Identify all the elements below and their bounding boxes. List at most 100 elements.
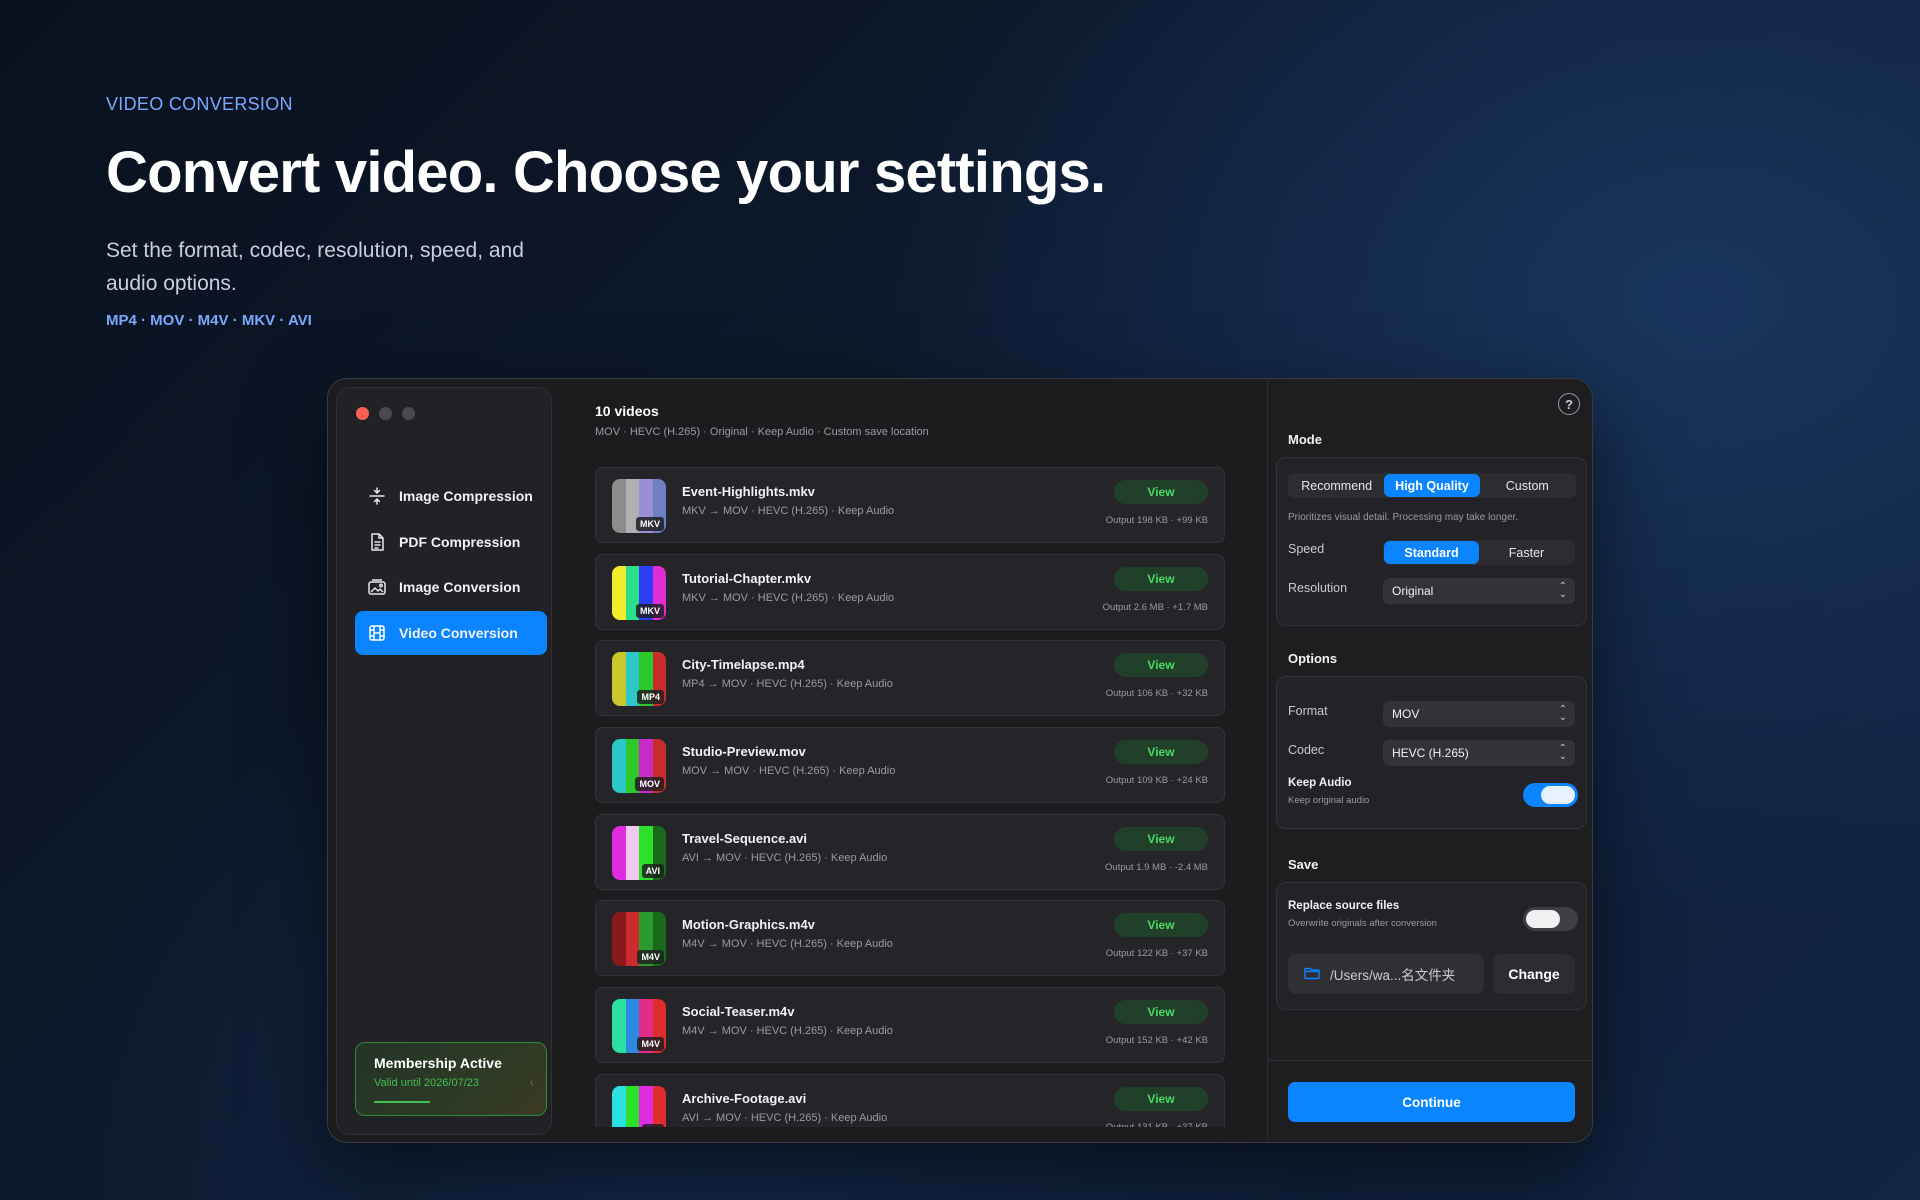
settings-summary: MOV · HEVC (H.265) · Original · Keep Aud… <box>595 426 929 438</box>
chevron-left-icon: ‹ <box>529 1073 534 1089</box>
format-badge: MP4 <box>637 690 664 705</box>
format-badge: MKV <box>636 603 664 618</box>
file-list: MKV Event-Highlights.mkv MKV → MOV · HEVC … <box>595 467 1225 1127</box>
save-location-field[interactable]: /Users/wa...名文件夹 <box>1288 954 1484 994</box>
folder-icon <box>1304 966 1320 983</box>
file-name: Event-Highlights.mkv <box>682 484 815 499</box>
file-name: Studio-Preview.mov <box>682 744 806 760</box>
file-name: Social-Teaser.m4v <box>682 1004 795 1020</box>
view-button[interactable]: View <box>1114 1086 1208 1111</box>
view-button[interactable]: View <box>1114 566 1208 591</box>
replace-source-toggle[interactable] <box>1523 907 1578 931</box>
view-button[interactable]: View <box>1114 913 1208 938</box>
file-conversion-meta: M4V → MOV · HEVC (H.265) · Keep Audio <box>682 938 893 951</box>
window-controls <box>356 407 415 420</box>
file-row[interactable]: M4V Motion-Graphics.m4v M4V → MOV · HEVC (… <box>595 900 1225 977</box>
file-row[interactable]: AVI Travel-Sequence.avi AVI → MOV · HEVC (… <box>595 813 1225 890</box>
hero-section: VIDEO CONVERSION Convert video. Choose y… <box>106 94 1106 329</box>
sidebar-item-image-conversion[interactable]: Image Conversion <box>355 565 547 609</box>
file-output-size: Output 131 KB · +37 KB <box>1106 1122 1208 1127</box>
resolution-label: Resolution <box>1288 581 1348 595</box>
membership-card[interactable]: Membership Active Valid until 2026/07/23… <box>355 1042 547 1116</box>
view-button[interactable]: View <box>1114 740 1208 765</box>
save-card: Replace source files Overwrite originals… <box>1276 882 1587 1010</box>
settings-panel: ? Mode Recommend High Quality Custom Pri… <box>1267 379 1592 1142</box>
format-select[interactable]: MOV ⌃ ⌄ <box>1383 701 1575 727</box>
footer-divider <box>1268 1060 1592 1061</box>
mode-description: Prioritizes visual detail. Processing ma… <box>1288 512 1519 523</box>
view-button[interactable]: View <box>1114 480 1208 504</box>
format-value: MOV <box>1392 707 1420 721</box>
view-button[interactable]: View <box>1114 1000 1208 1025</box>
file-row[interactable]: M4V Social-Teaser.m4v M4V → MOV · HEVC (H.… <box>595 987 1225 1064</box>
compress-icon <box>367 486 387 506</box>
format-badge: MKV <box>636 517 664 531</box>
speed-label: Speed <box>1288 542 1325 556</box>
change-location-button[interactable]: Change <box>1493 954 1575 994</box>
file-output-size: Output 152 KB · +42 KB <box>1105 1035 1208 1047</box>
close-window-button[interactable] <box>356 407 369 420</box>
sidebar-item-label: Image Compression <box>399 488 533 504</box>
save-path: /Users/wa...名文件夹 <box>1330 968 1456 983</box>
format-badge: M4V <box>637 1037 664 1052</box>
codec-select[interactable]: HEVC (H.265) ⌃ ⌄ <box>1383 740 1575 766</box>
file-conversion-meta: MKV → MOV · HEVC (H.265) · Keep Audio <box>682 505 895 517</box>
app-window: Image Compression PDF Compression Image … <box>327 378 1593 1143</box>
membership-valid-until: Valid until 2026/07/23 <box>374 1077 479 1089</box>
minimize-window-button[interactable] <box>379 407 392 420</box>
sidebar-item-label: Image Conversion <box>399 579 521 595</box>
mode-option-recommend[interactable]: Recommend <box>1289 474 1384 497</box>
video-thumbnail: AVI <box>612 825 666 880</box>
mode-option-custom[interactable]: Custom <box>1480 474 1575 497</box>
mode-section-title: Mode <box>1288 432 1322 447</box>
video-thumbnail: MKV <box>612 565 666 620</box>
file-row[interactable]: AVI Archive-Footage.avi AVI → MOV · HEVC (… <box>595 1073 1225 1127</box>
format-label: Format <box>1288 704 1328 718</box>
view-button[interactable]: View <box>1114 653 1208 678</box>
file-row[interactable]: MP4 City-Timelapse.mp4 MP4 → MOV · HEVC (H… <box>595 640 1225 717</box>
file-row[interactable]: MKV Event-Highlights.mkv MKV → MOV · HEVC … <box>595 467 1225 543</box>
video-thumbnail: AVI <box>612 1085 666 1127</box>
file-output-size: Output 1.9 MB · -2.4 MB <box>1105 861 1208 873</box>
document-icon <box>367 532 387 552</box>
format-badge: MOV <box>635 777 664 792</box>
file-output-size: Output 198 KB · +99 KB <box>1105 515 1208 526</box>
video-thumbnail: MKV <box>612 479 666 533</box>
mode-card: Recommend High Quality Custom Prioritize… <box>1276 457 1587 626</box>
options-section-title: Options <box>1288 651 1338 666</box>
speed-option-standard[interactable]: Standard <box>1384 541 1479 564</box>
speed-option-faster[interactable]: Faster <box>1479 541 1574 564</box>
keep-audio-toggle[interactable] <box>1523 783 1578 807</box>
zoom-window-button[interactable] <box>402 407 415 420</box>
resolution-select[interactable]: Original ⌃ ⌄ <box>1383 578 1575 604</box>
mode-option-high-quality[interactable]: High Quality <box>1384 474 1480 497</box>
help-icon[interactable]: ? <box>1558 393 1580 415</box>
replace-source-label: Replace source files <box>1288 900 1400 912</box>
file-conversion-meta: M4V → MOV · HEVC (H.265) · Keep Audio <box>682 1025 893 1038</box>
format-badge: AVI <box>641 863 664 878</box>
file-output-size: Output 2.6 MB · +1.7 MB <box>1102 601 1208 613</box>
continue-button[interactable]: Continue <box>1288 1082 1575 1122</box>
updown-chevron-icon: ⌃ ⌄ <box>1558 743 1567 762</box>
file-conversion-meta: MKV → MOV · HEVC (H.265) · Keep Audio <box>682 591 895 604</box>
updown-chevron-icon: ⌃ ⌄ <box>1558 581 1567 600</box>
resolution-value: Original <box>1392 584 1434 598</box>
file-name: Tutorial-Chapter.mkv <box>682 570 812 586</box>
sidebar-item-video-conversion[interactable]: Video Conversion <box>355 610 547 655</box>
sidebar: Image Compression PDF Compression Image … <box>336 387 552 1135</box>
file-row[interactable]: MOV Studio-Preview.mov MOV → MOV · HEVC (H… <box>595 727 1225 804</box>
keep-audio-note: Keep original audio <box>1288 795 1370 806</box>
mode-segmented-control: Recommend High Quality Custom <box>1288 473 1576 498</box>
file-row[interactable]: MKV Tutorial-Chapter.mkv MKV → MOV · HEVC … <box>595 553 1225 630</box>
video-thumbnail: M4V <box>612 912 666 967</box>
sidebar-item-label: PDF Compression <box>399 533 521 550</box>
speed-segmented-control: Standard Faster <box>1383 540 1575 565</box>
file-output-size: Output 106 KB · +32 KB <box>1105 688 1208 700</box>
codec-value: HEVC (H.265) <box>1392 746 1469 760</box>
sidebar-item-pdf-compression[interactable]: PDF Compression <box>355 520 547 564</box>
sidebar-item-image-compression[interactable]: Image Compression <box>355 474 547 518</box>
view-button[interactable]: View <box>1114 826 1208 851</box>
membership-progress-bar <box>374 1101 430 1103</box>
headline: Convert video. Choose your settings. <box>106 140 1106 205</box>
file-name: Travel-Sequence.avi <box>682 830 808 846</box>
